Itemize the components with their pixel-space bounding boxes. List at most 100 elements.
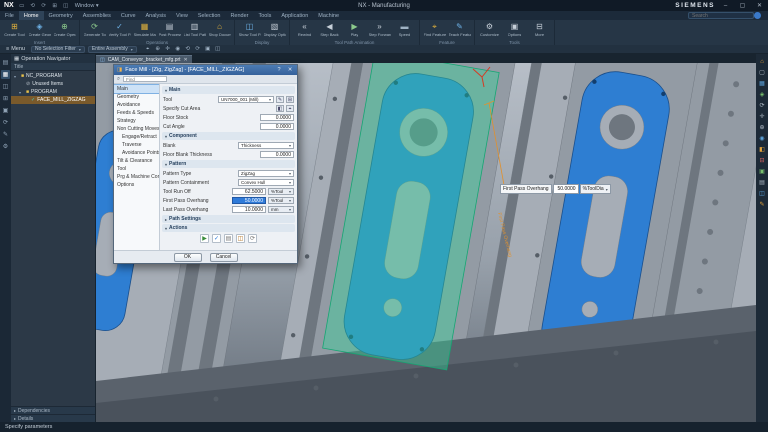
rotate-view-icon[interactable]: ⟳ xyxy=(758,101,767,110)
tree-row[interactable]: ▾ ■ PROGRAM xyxy=(11,88,95,96)
list-tool-path-button[interactable]: ▥List Tool Path xyxy=(183,20,206,40)
dialog-help-icon[interactable]: ? xyxy=(275,67,283,73)
section-path-settings[interactable]: Path Settings xyxy=(162,215,295,223)
tree-row[interactable]: ⊘ Unused Items xyxy=(11,80,95,88)
ribbon-tab[interactable]: Analysis xyxy=(141,11,171,20)
dialog-nav-item[interactable]: Tool xyxy=(114,165,159,173)
select-point-icon[interactable]: ⌖ xyxy=(144,45,152,53)
command-search-input[interactable] xyxy=(688,12,754,19)
roles-icon[interactable]: ⚙ xyxy=(1,142,10,151)
home-view-icon[interactable]: ⌂ xyxy=(758,57,767,66)
blank-dropdown[interactable]: Thickness xyxy=(238,142,294,149)
section-pattern[interactable]: Pattern xyxy=(162,160,295,168)
pattern-type-dropdown[interactable]: ZigZag xyxy=(238,170,294,177)
part-navigator-icon[interactable]: ◫ xyxy=(1,82,10,91)
edit-section-icon[interactable]: ⊟ xyxy=(758,156,767,165)
dialog-nav-item[interactable]: Feeds & Speeds xyxy=(114,109,159,117)
dialog-nav-item[interactable]: Traverse xyxy=(114,141,159,149)
cancel-button[interactable]: Cancel xyxy=(210,253,238,262)
snap-point-icon[interactable]: ⊕ xyxy=(154,45,162,53)
pan-view-icon[interactable]: ✛ xyxy=(758,112,767,121)
menu-button[interactable]: ≡ Menu xyxy=(3,46,28,53)
tool-run-off-input[interactable]: 62.5000 xyxy=(232,188,266,195)
dialog-nav-item[interactable]: Strategy xyxy=(114,117,159,125)
tree-expander[interactable]: ▾ xyxy=(19,90,24,95)
ribbon-tab[interactable]: Curve xyxy=(116,11,141,20)
view-manager-icon[interactable]: ▣ xyxy=(1,106,10,115)
edit-tool-button[interactable]: ✎ xyxy=(276,96,284,103)
selection-scope-dropdown[interactable]: Entire Assembly xyxy=(88,46,137,53)
dialog-nav-item[interactable]: Engage/Retract xyxy=(114,133,159,141)
assembly-navigator-icon[interactable]: ▤ xyxy=(1,58,10,67)
options-button[interactable]: ▣Options xyxy=(503,20,526,40)
part-view-tab[interactable]: ◫ CAM_Conveyor_bracket_mfg.prt ✕ xyxy=(96,55,192,63)
copy-icon[interactable]: ⊞ xyxy=(51,3,59,9)
tool-run-off-unit-dropdown[interactable]: %Tool xyxy=(268,188,294,195)
ribbon-tab[interactable]: Render xyxy=(225,11,253,20)
last-pass-overhang-unit-dropdown[interactable]: mm xyxy=(268,206,294,213)
zoom-view-icon[interactable]: ⊕ xyxy=(758,123,767,132)
annotation-icon[interactable]: ✎ xyxy=(758,200,767,209)
more-tools-button[interactable]: ⊟More xyxy=(528,20,551,40)
floor-stock-input[interactable]: 0.0000 xyxy=(260,114,294,121)
rewind-button[interactable]: «Rewind xyxy=(293,20,316,40)
ribbon-tab[interactable]: Assemblies xyxy=(78,11,116,20)
cut-angle-input[interactable]: 0.0000 xyxy=(260,123,294,130)
ribbon-tab[interactable]: Tools xyxy=(254,11,277,20)
dialog-nav-item[interactable]: Avoidance Points xyxy=(114,149,159,157)
save-icon[interactable]: ▭ xyxy=(18,3,26,9)
tab-close-icon[interactable]: ✕ xyxy=(184,57,188,63)
front-view-icon[interactable]: ▦ xyxy=(758,79,767,88)
generate-action-icon[interactable]: ▶ xyxy=(200,234,209,243)
verify-tool-path-button[interactable]: ✓Verify Tool Path xyxy=(108,20,131,40)
dialog-close-icon[interactable]: ✕ xyxy=(286,67,294,73)
dialog-title-bar[interactable]: ◨ Face Mill - [Zig, ZigZag] - [FACE_MILL… xyxy=(114,65,297,75)
redo-icon[interactable]: ⟳ xyxy=(40,3,48,9)
undo-icon[interactable]: ⟲ xyxy=(29,3,37,9)
create-tool-button[interactable]: ⊞Create Tool xyxy=(3,20,26,40)
dialog-nav-item[interactable]: Tilt & Clearance xyxy=(114,157,159,165)
grid-icon[interactable]: ▣ xyxy=(204,45,212,53)
tree-expander[interactable]: ▾ xyxy=(14,74,19,79)
redo-small-icon[interactable]: ⟳ xyxy=(194,45,202,53)
step-forward-button[interactable]: »Step Forward xyxy=(368,20,391,40)
ribbon-tab[interactable]: Selection xyxy=(193,11,226,20)
notes-icon[interactable]: ✎ xyxy=(1,130,10,139)
list-action-icon[interactable]: ▤ xyxy=(224,234,233,243)
new-tool-button[interactable]: ⊞ xyxy=(286,96,294,103)
sphere-select-icon[interactable]: ◉ xyxy=(174,45,182,53)
ribbon-tab[interactable]: View xyxy=(171,11,193,20)
section-component[interactable]: Component xyxy=(162,132,295,140)
ribbon-tab[interactable]: Home xyxy=(19,11,44,20)
section-main[interactable]: Main xyxy=(162,86,295,94)
dialog-nav-item[interactable]: Non Cutting Moves xyxy=(114,125,159,133)
create-operation-button[interactable]: ⊕Create Operation xyxy=(53,20,76,40)
ribbon-tab[interactable]: Application xyxy=(276,11,313,20)
minimize-button[interactable]: – xyxy=(719,0,732,11)
operation-navigator-icon[interactable]: ▦ xyxy=(1,70,10,79)
find-features-button[interactable]: ⌖Find Features xyxy=(423,20,446,40)
window-icon[interactable]: ▤ xyxy=(758,178,767,187)
user-avatar[interactable] xyxy=(754,12,761,19)
tool-dropdown[interactable]: UN7000_001 (Mill) xyxy=(218,96,274,103)
maximize-button[interactable]: ▢ xyxy=(736,0,749,11)
select-cut-area-button[interactable]: ◧ xyxy=(276,105,284,112)
close-button[interactable]: ✕ xyxy=(753,0,766,11)
generate-tool-path-button[interactable]: ⟳Generate Tool Path xyxy=(83,20,106,40)
pattern-containment-dropdown[interactable]: Convex Hull xyxy=(238,179,294,186)
display-options-button[interactable]: ▧Display Options xyxy=(263,20,286,40)
display-cut-area-button[interactable]: ⌖ xyxy=(286,105,294,112)
replay-action-icon[interactable]: ⟳ xyxy=(248,234,257,243)
create-geometry-button[interactable]: ◈Create Geometry xyxy=(28,20,51,40)
orient-view-icon[interactable]: ◈ xyxy=(758,90,767,99)
window-split-icon[interactable]: ◫ xyxy=(214,45,222,53)
layers-icon[interactable]: ▣ xyxy=(758,167,767,176)
navigator-section-bar[interactable]: Details xyxy=(11,414,95,422)
first-pass-overhang-unit-dropdown[interactable]: %Tool xyxy=(268,197,294,204)
onscreen-input-value[interactable]: 50.0000 xyxy=(553,184,579,194)
tree-row[interactable]: ✓ FACE_MILL_ZIGZAG xyxy=(11,96,95,104)
section-actions[interactable]: Actions xyxy=(162,224,295,232)
paste-icon[interactable]: ◫ xyxy=(62,3,70,9)
first-pass-overhang-input[interactable]: 50.0000 xyxy=(232,197,266,204)
perspective-icon[interactable]: ◉ xyxy=(758,134,767,143)
